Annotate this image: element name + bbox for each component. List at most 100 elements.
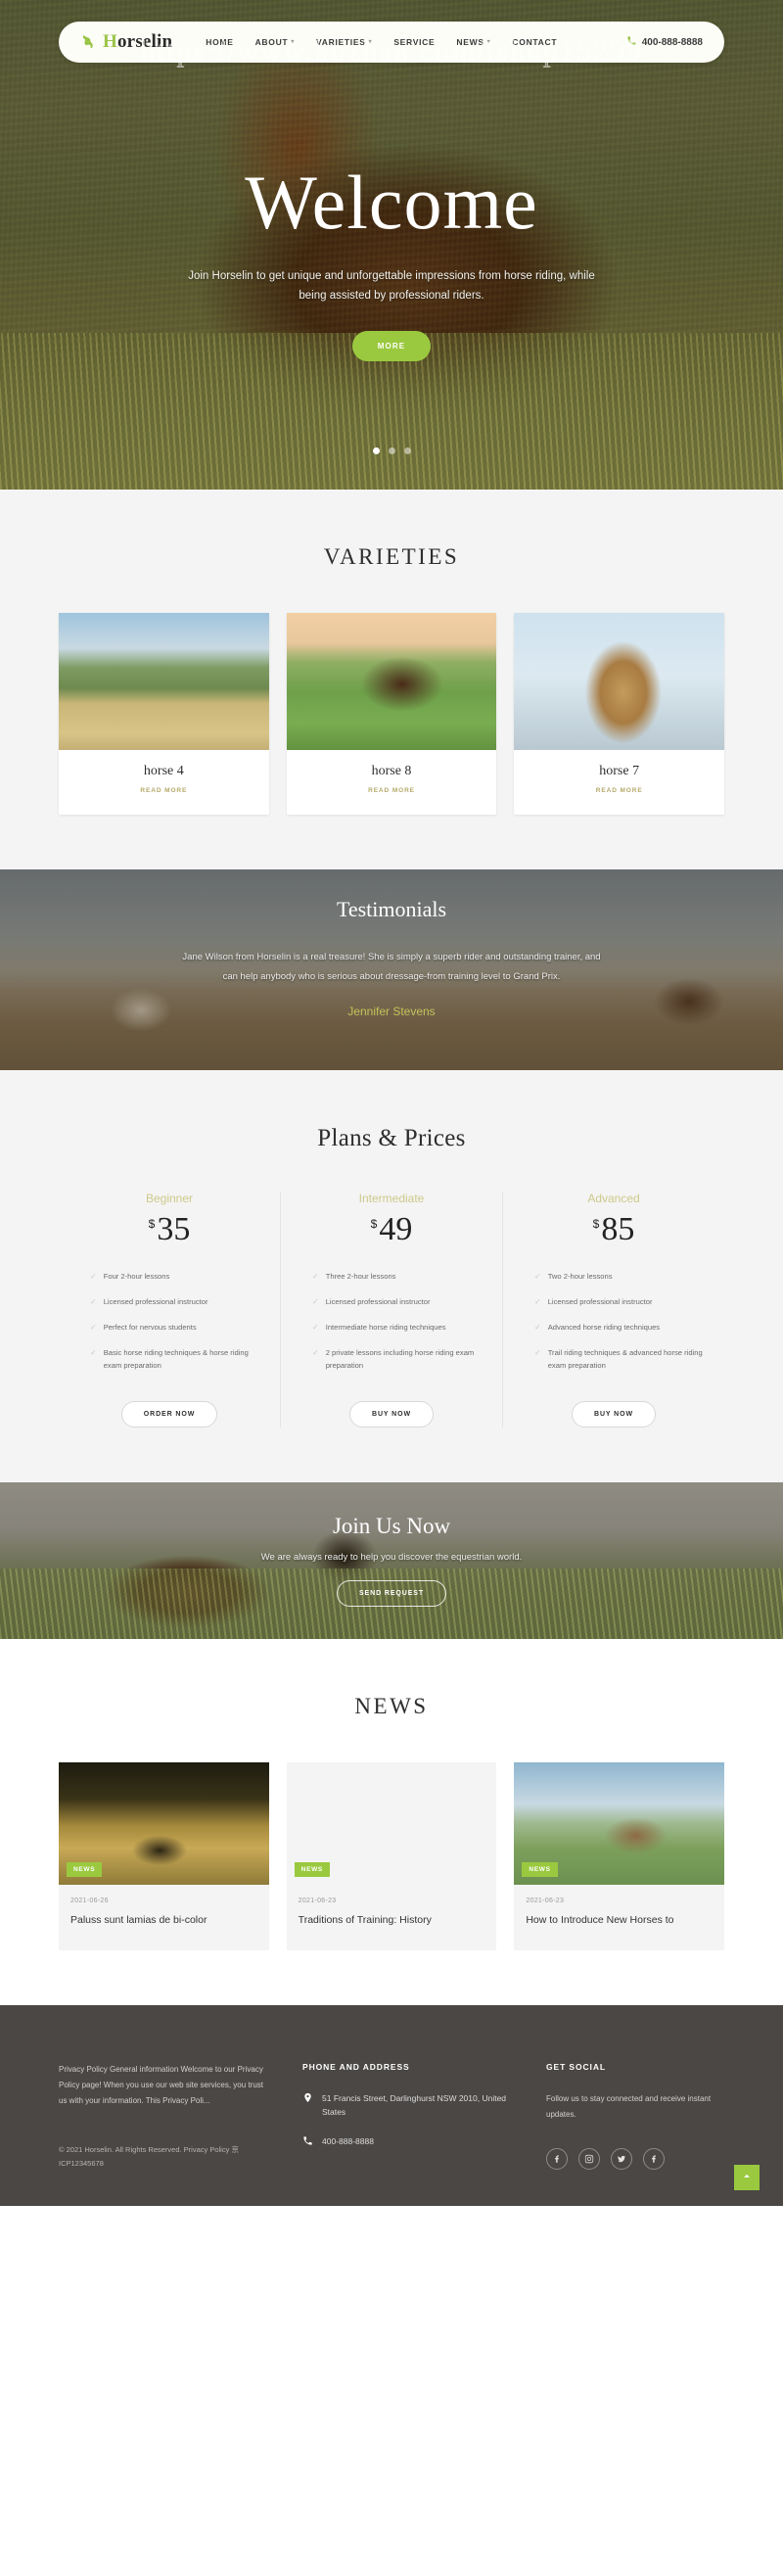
footer-phone-row[interactable]: 400-888-8888 xyxy=(302,2134,513,2150)
check-icon: ✓ xyxy=(534,1348,541,1358)
join-section: Join Us Now We are always ready to help … xyxy=(0,1481,783,1639)
plan-card-advanced: Advanced $85 ✓ Two 2-hour lessons ✓ Licens… xyxy=(503,1192,724,1428)
check-icon: ✓ xyxy=(90,1272,97,1282)
news-card[interactable]: NEWS 2021-06-23 Traditions of Training: … xyxy=(286,1761,497,1950)
footer-about-text: Privacy Policy General information Welco… xyxy=(59,2064,263,2106)
instagram-icon[interactable] xyxy=(578,2148,600,2171)
nav-item-news[interactable]: NEWS ▾ xyxy=(456,37,490,47)
plan-price-value: 85 xyxy=(601,1211,635,1247)
plan-feature: ✓ Two 2-hour lessons xyxy=(534,1272,613,1282)
news-card[interactable]: NEWS 2021-06-26 Paluss sunt lamias de bi… xyxy=(59,1761,269,1950)
check-icon: ✓ xyxy=(534,1297,541,1307)
plans-grid: Beginner $35 ✓ Four 2-hour lessons ✓ Licen… xyxy=(59,1192,724,1428)
plan-feature: ✓ Licensed professional instructor xyxy=(534,1297,653,1307)
header-phone-number: 400-888-8888 xyxy=(641,36,703,48)
plan-feature: ✓ Advanced horse riding techniques xyxy=(534,1323,661,1333)
check-icon: ✓ xyxy=(312,1297,319,1307)
facebook-icon[interactable] xyxy=(546,2148,568,2171)
nav-item-varieties[interactable]: VARIETIES ▾ xyxy=(316,37,372,47)
plan-card-intermediate: Intermediate $49 ✓ Three 2-hour lessons ✓… xyxy=(281,1192,503,1428)
news-grid: NEWS 2021-06-26 Paluss sunt lamias de bi… xyxy=(59,1761,725,1950)
news-date: 2021-06-26 xyxy=(70,1897,109,1904)
plan-order-button[interactable]: ORDER NOW xyxy=(120,1400,218,1428)
site-footer: Privacy Policy General information Welco… xyxy=(0,2004,783,2207)
join-subtitle: We are always ready to help you discover… xyxy=(260,1551,523,1563)
phone-icon xyxy=(626,35,637,49)
plan-buy-button[interactable]: BUY NOW xyxy=(348,1400,434,1428)
footer-about-column: Privacy Policy General information Welco… xyxy=(59,2062,269,2172)
join-title: Join Us Now xyxy=(332,1513,451,1538)
nav-item-home[interactable]: HOME xyxy=(206,37,233,47)
join-content: Join Us Now We are always ready to help … xyxy=(0,1482,783,1607)
plan-feature: ✓ Four 2-hour lessons xyxy=(90,1272,170,1282)
news-date: 2021-06-23 xyxy=(298,1897,337,1904)
chevron-down-icon: ▾ xyxy=(368,39,373,45)
slider-dot-3[interactable] xyxy=(403,447,411,454)
hero-content: Welcome Join Horselin to get unique and … xyxy=(0,160,783,362)
nav-item-contact[interactable]: CONTACT xyxy=(512,37,557,47)
variety-read-more-link[interactable]: READ MORE xyxy=(368,787,415,794)
check-icon: ✓ xyxy=(90,1348,97,1358)
news-section: NEWS NEWS 2021-06-26 Paluss sunt lamias … xyxy=(0,1638,783,2005)
variety-card-body: horse 8 READ MORE xyxy=(287,750,497,815)
news-card-body: 2021-06-26 Paluss sunt lamias de bi-colo… xyxy=(59,1885,269,1950)
footer-contact-column: PHONE AND ADDRESS 51 Francis Street, Dar… xyxy=(302,2062,513,2172)
check-icon: ✓ xyxy=(90,1323,97,1333)
site-header: Horselin HOME ABOUT ▾ VARIETIES ▾ SERVICE … xyxy=(59,22,724,63)
plan-name: Beginner xyxy=(145,1192,194,1205)
plans-section: Plans & Prices Beginner $35 ✓ Four 2-hour… xyxy=(0,1070,783,1482)
currency-symbol: $ xyxy=(148,1216,156,1231)
brand-logo[interactable]: Horselin xyxy=(80,31,172,53)
social-links xyxy=(546,2148,724,2171)
page-root: Horselin HOME ABOUT ▾ VARIETIES ▾ SERVICE … xyxy=(0,0,783,2207)
plan-feature: ✓ Trail riding techniques & advanced hors… xyxy=(534,1348,703,1371)
twitter-icon[interactable] xyxy=(611,2148,632,2171)
variety-photo xyxy=(286,613,497,750)
facebook-icon[interactable] xyxy=(643,2148,665,2171)
news-title: NEWS xyxy=(354,1693,429,1718)
news-image-wrap: NEWS xyxy=(514,1761,725,1885)
news-card[interactable]: NEWS 2021-06-23 How to Introduce New Hor… xyxy=(514,1761,725,1950)
varieties-grid: horse 4 READ MORE horse 8 READ MORE hors… xyxy=(59,613,725,815)
main-nav: HOME ABOUT ▾ VARIETIES ▾ SERVICE NEWS ▾ CON… xyxy=(206,37,625,47)
nav-item-service[interactable]: SERVICE xyxy=(393,37,435,47)
hero-slider-dots xyxy=(0,447,783,454)
variety-card[interactable]: horse 4 READ MORE xyxy=(59,613,269,815)
hero-section: Horselin HOME ABOUT ▾ VARIETIES ▾ SERVICE … xyxy=(0,0,783,490)
news-item-title[interactable]: Traditions of Training: History xyxy=(299,1913,485,1929)
news-image-wrap: NEWS xyxy=(59,1761,269,1885)
phone-icon xyxy=(302,2134,313,2150)
plan-card-beginner: Beginner $35 ✓ Four 2-hour lessons ✓ Licen… xyxy=(59,1192,281,1428)
footer-address-text: 51 Francis Street, Darlinghurst NSW 2010… xyxy=(322,2092,507,2117)
variety-card[interactable]: horse 7 READ MORE xyxy=(514,613,725,815)
header-phone[interactable]: 400-888-8888 xyxy=(626,35,703,49)
footer-social-heading: GET SOCIAL xyxy=(546,2061,606,2072)
plan-price-value: 35 xyxy=(157,1211,191,1247)
hero-more-button[interactable]: MORE xyxy=(351,331,432,362)
footer-social-column: GET SOCIAL Follow us to stay connected a… xyxy=(546,2062,724,2172)
nav-item-about[interactable]: ABOUT ▾ xyxy=(255,37,295,47)
news-item-title[interactable]: How to Introduce New Horses to xyxy=(526,1913,713,1929)
plan-price: $35 xyxy=(74,1211,264,1247)
news-card-body: 2021-06-23 How to Introduce New Horses t… xyxy=(514,1885,724,1950)
check-icon: ✓ xyxy=(312,1323,319,1333)
hero-subtitle: Join Horselin to get unique and unforget… xyxy=(188,270,595,303)
slider-dot-2[interactable] xyxy=(388,447,395,454)
chevron-down-icon: ▾ xyxy=(291,39,296,45)
scroll-to-top-button[interactable] xyxy=(734,2165,760,2191)
variety-card[interactable]: horse 8 READ MORE xyxy=(286,613,497,815)
send-request-button[interactable]: SEND REQUEST xyxy=(336,1579,447,1607)
slider-dot-1[interactable] xyxy=(372,447,380,454)
check-icon: ✓ xyxy=(534,1323,541,1333)
plan-buy-button[interactable]: BUY NOW xyxy=(571,1400,656,1428)
hero-title: Welcome xyxy=(245,160,538,245)
variety-read-more-link[interactable]: READ MORE xyxy=(596,787,643,794)
variety-title: horse 7 xyxy=(599,764,640,778)
news-item-title[interactable]: Paluss sunt lamias de bi-color xyxy=(70,1913,257,1929)
variety-read-more-link[interactable]: READ MORE xyxy=(140,787,187,794)
news-badge: NEWS xyxy=(522,1861,558,1877)
check-icon: ✓ xyxy=(90,1297,97,1307)
footer-contact-heading: PHONE AND ADDRESS xyxy=(302,2061,410,2072)
news-date: 2021-06-23 xyxy=(526,1897,565,1904)
check-icon: ✓ xyxy=(312,1272,319,1282)
